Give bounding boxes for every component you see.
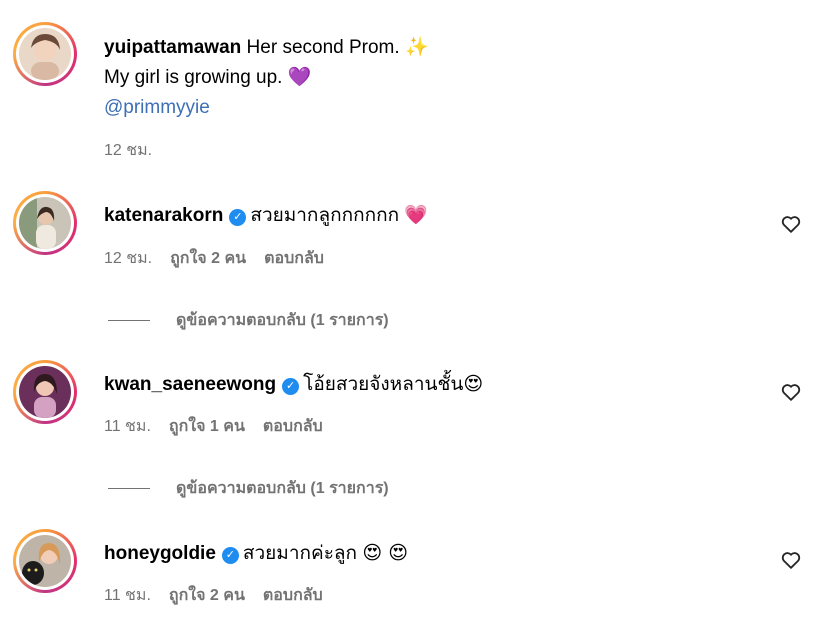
divider-line: [108, 488, 150, 490]
comment-text: สวยมากค่ะลูก: [242, 543, 358, 564]
like-heart-icon[interactable]: [780, 549, 802, 571]
avatar-yuipattamawan[interactable]: [13, 22, 77, 86]
pink-heart-icon: 💗: [404, 204, 429, 226]
comment-username[interactable]: kwan_saeneewong: [104, 374, 276, 395]
like-heart-icon[interactable]: [780, 381, 802, 403]
divider-line: [108, 320, 150, 322]
like-heart-icon[interactable]: [780, 213, 802, 235]
view-replies-label: ดูข้อความตอบกลับ (1 รายการ): [176, 312, 389, 329]
verified-badge-icon: ✓: [282, 378, 300, 395]
likes-count[interactable]: ถูกใจ 1 คน: [169, 418, 245, 435]
purple-heart-icon: 💜: [287, 66, 312, 88]
comment-line: kwan_saeneewong ✓ โอ้ยสวยจังหลานชั้น😍: [104, 372, 483, 397]
comment-time[interactable]: 12 ชม.: [104, 250, 152, 267]
caption-time[interactable]: 12 ชม.: [104, 142, 152, 159]
caption-text-1: Her second Prom.: [246, 37, 400, 58]
comment-time[interactable]: 11 ชม.: [104, 587, 151, 604]
caption-username[interactable]: yuipattamawan: [104, 37, 241, 58]
comment-time[interactable]: 11 ชม.: [104, 418, 151, 435]
reply-button[interactable]: ตอบกลับ: [263, 587, 323, 604]
reply-button[interactable]: ตอบกลับ: [263, 418, 323, 435]
comment-line: honeygoldie ✓ สวยมากค่ะลูก 😍 😍: [104, 541, 408, 566]
comment-meta: 12 ชม. ถูกใจ 2 คน ตอบกลับ: [104, 246, 342, 271]
view-replies-button[interactable]: ดูข้อความตอบกลับ (1 รายการ): [108, 476, 389, 501]
caption-meta: 12 ชม.: [104, 138, 170, 163]
reply-button[interactable]: ตอบกลับ: [264, 250, 324, 267]
comment-username[interactable]: katenarakorn: [104, 205, 223, 226]
view-replies-button[interactable]: ดูข้อความตอบกลับ (1 รายการ): [108, 308, 389, 333]
view-replies-label: ดูข้อความตอบกลับ (1 รายการ): [176, 480, 389, 497]
comment-text: โอ้ยสวยจังหลานชั้น: [303, 374, 464, 395]
comment-meta: 11 ชม. ถูกใจ 2 คน ตอบกลับ: [104, 583, 341, 608]
heart-eyes-icon: 😍: [463, 373, 484, 395]
likes-count[interactable]: ถูกใจ 2 คน: [170, 250, 246, 267]
comment-username[interactable]: honeygoldie: [104, 543, 216, 564]
likes-count[interactable]: ถูกใจ 2 คน: [169, 587, 245, 604]
caption-text-2: My girl is growing up.: [104, 67, 283, 88]
avatar-honeygoldie[interactable]: [13, 529, 77, 593]
avatar-kwan-saeneewong[interactable]: [13, 360, 77, 424]
comment-meta: 11 ชม. ถูกใจ 1 คน ตอบกลับ: [104, 414, 341, 439]
heart-eyes-icon: 😍 😍: [362, 542, 409, 564]
caption-line-2: My girl is growing up. 💜: [104, 65, 311, 90]
comment-line: katenarakorn ✓ สวยมากลูกกกกกก 💗: [104, 203, 428, 228]
verified-badge-icon: ✓: [221, 547, 239, 564]
avatar-katenarakorn[interactable]: [13, 191, 77, 255]
comment-text: สวยมากลูกกกกกก: [250, 205, 400, 226]
caption-line-1: yuipattamawan Her second Prom. ✨: [104, 35, 429, 60]
sparkle-icon: ✨: [404, 36, 429, 58]
mention-link[interactable]: @primmyyie: [104, 96, 210, 120]
verified-badge-icon: ✓: [229, 209, 247, 226]
